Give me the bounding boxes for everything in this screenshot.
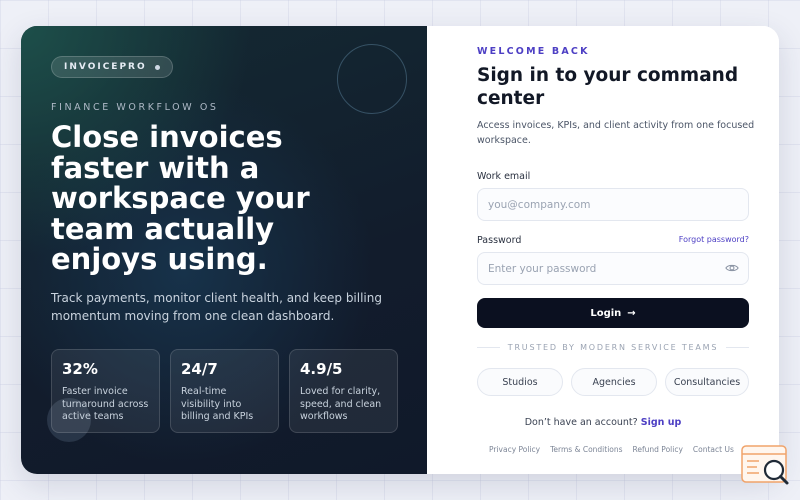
password-label: Password (477, 235, 522, 246)
email-label: Work email (477, 171, 531, 182)
login-button-label: Login (590, 307, 622, 319)
divider-line (477, 347, 500, 348)
signup-prompt: Don’t have an account? (524, 417, 638, 428)
stat-card: 24/7 Real-time visibility into billing a… (170, 349, 279, 433)
arrow-right-icon: → (627, 307, 636, 319)
eye-icon[interactable] (725, 261, 739, 275)
login-title: Sign in to your command center (477, 65, 739, 109)
footer-links: Privacy Policy Terms & Conditions Refund… (489, 445, 734, 454)
chip-agencies: Agencies (571, 368, 657, 396)
contact-us-link[interactable]: Contact Us (693, 445, 734, 454)
signup-link[interactable]: Sign up (641, 417, 682, 428)
stat-card: 4.9/5 Loved for clarity, speed, and clea… (289, 349, 398, 433)
hero-subcopy: Track payments, monitor client health, a… (51, 291, 382, 323)
email-field[interactable] (477, 188, 749, 221)
refund-policy-link[interactable]: Refund Policy (633, 445, 683, 454)
stat-label: Loved for clarity, speed, and clean work… (300, 386, 382, 422)
brand-name: INVOICEPRO (64, 62, 147, 72)
stat-value: 4.9/5 (300, 360, 343, 378)
login-eyebrow: WELCOME BACK (477, 46, 590, 57)
trusted-chips: Studios Agencies Consultancies (477, 368, 749, 396)
stat-label: Faster invoice turnaround across active … (62, 386, 149, 422)
trusted-divider: TRUSTED BY MODERN SERVICE TEAMS (477, 343, 749, 352)
forgot-password-link[interactable]: Forgot password? (679, 235, 749, 244)
chip-studios: Studios (477, 368, 563, 396)
stats-row: 32% Faster invoice turnaround across act… (51, 349, 398, 433)
login-subtitle: Access invoices, KPIs, and client activi… (477, 120, 755, 146)
brand-pill: INVOICEPRO (51, 56, 173, 78)
login-card: INVOICEPRO FINANCE WORKFLOW OS Close inv… (21, 26, 779, 474)
hero-headline: Close invoices faster with a workspace y… (51, 120, 310, 276)
stat-card: 32% Faster invoice turnaround across act… (51, 349, 160, 433)
chip-consultancies: Consultancies (665, 368, 749, 396)
trusted-label: TRUSTED BY MODERN SERVICE TEAMS (507, 343, 719, 352)
privacy-policy-link[interactable]: Privacy Policy (489, 445, 540, 454)
hero-eyebrow: FINANCE WORKFLOW OS (51, 102, 219, 113)
stat-label: Real-time visibility into billing and KP… (181, 386, 254, 422)
terms-link[interactable]: Terms & Conditions (550, 445, 622, 454)
signup-row: Don’t have an account? Sign up (427, 417, 779, 428)
stat-value: 32% (62, 360, 98, 378)
login-panel: WELCOME BACK Sign in to your command cen… (427, 26, 779, 474)
login-button[interactable]: Login → (477, 298, 749, 328)
hero-panel: INVOICEPRO FINANCE WORKFLOW OS Close inv… (21, 26, 427, 474)
password-field[interactable] (477, 252, 749, 285)
decorative-ring (337, 44, 407, 114)
status-dot (154, 64, 160, 70)
search-badge-icon[interactable] (741, 444, 791, 488)
stat-value: 24/7 (181, 360, 218, 378)
divider-line (726, 347, 749, 348)
